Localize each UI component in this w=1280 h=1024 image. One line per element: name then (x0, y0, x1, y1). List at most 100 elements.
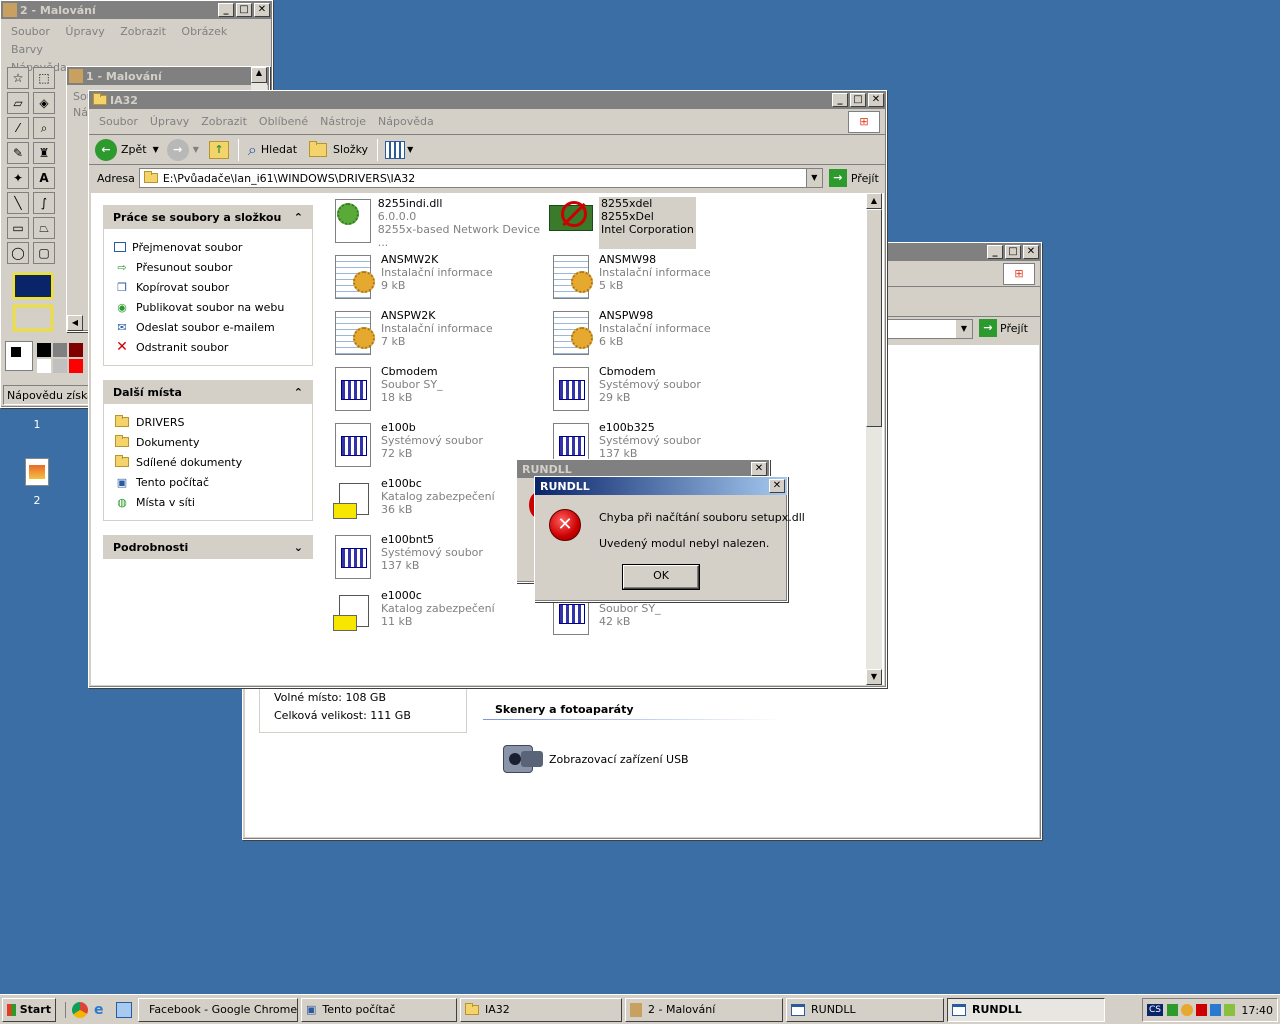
address-dropdown[interactable]: ▼ (887, 319, 973, 339)
details-header[interactable]: Podrobnosti ⌄ (103, 535, 313, 559)
file-tasks-header[interactable]: Práce se soubory a složkou ⌃ (103, 205, 313, 229)
menu-upravy[interactable]: Úpravy (144, 115, 195, 128)
ok-button[interactable]: OK (622, 564, 700, 590)
views-button[interactable]: ▼ (385, 140, 413, 159)
close-button[interactable]: ✕ (769, 479, 785, 493)
select-tool-icon[interactable]: ⬚ (33, 67, 55, 89)
pencil-tool-icon[interactable]: ✎ (7, 142, 29, 164)
transparency-option-2[interactable] (13, 305, 53, 331)
file-item[interactable]: ANSPW98 Instalační informace 6 kB (549, 309, 759, 361)
close-button[interactable]: ✕ (868, 93, 884, 107)
menu-soubor[interactable]: Soubor (93, 115, 144, 128)
menu-zobrazit[interactable]: Zobrazit (195, 115, 253, 128)
tray-shield-icon[interactable] (1195, 1004, 1207, 1016)
menu-item[interactable]: Obrázek (181, 25, 227, 38)
maximize-button[interactable]: □ (236, 3, 252, 17)
fill-tool-icon[interactable]: ◈ (33, 92, 55, 114)
file-item[interactable]: Cbmodem Soubor SY_ 18 kB (331, 365, 541, 417)
file-item[interactable]: Cbmodem Systémový soubor 29 kB (549, 365, 759, 417)
polygon-tool-icon[interactable]: ⏢ (33, 217, 55, 239)
color-swatch[interactable] (69, 343, 83, 357)
line-tool-icon[interactable]: ╲ (7, 192, 29, 214)
back-button[interactable]: ← Zpět ▼ (95, 138, 159, 161)
usb-imaging-device[interactable]: Zobrazovací zařízení USB (499, 739, 689, 779)
taskbar-item-my-computer[interactable]: ▣ Tento počítač (301, 997, 457, 1022)
address-input[interactable]: E:\Pvůadače\lan_i61\WINDOWS\DRIVERS\IA32… (138, 168, 823, 188)
taskbar-item-paint[interactable]: 2 - Malování (625, 997, 783, 1022)
color-swatch[interactable] (69, 359, 83, 373)
file-item[interactable]: ANSPW2K Instalační informace 7 kB (331, 309, 541, 361)
color-swatch[interactable] (37, 359, 51, 373)
clock[interactable]: 17:40 (1241, 1004, 1273, 1017)
tray-network-icon[interactable] (1209, 1004, 1222, 1016)
picker-tool-icon[interactable]: ⁄ (7, 117, 29, 139)
text-tool-icon[interactable]: A (33, 167, 55, 189)
task-move[interactable]: ⇨ Přesunout soubor (114, 257, 302, 277)
menu-item[interactable]: Soubor (11, 25, 50, 38)
color-swatch[interactable] (53, 343, 67, 357)
other-places-header[interactable]: Další místa ⌃ (103, 380, 313, 404)
go-button[interactable]: → Přejít (828, 169, 879, 187)
paint-1-hscroll-left[interactable]: ◀ (67, 315, 83, 331)
airbrush-tool-icon[interactable]: ✦ (7, 167, 29, 189)
start-button[interactable]: Start (2, 997, 56, 1022)
minimize-button[interactable]: _ (987, 245, 1003, 259)
place-network[interactable]: ◍ Místa v síti (114, 492, 302, 512)
explorer-titlebar[interactable]: IA32 _ □ ✕ (89, 91, 886, 109)
task-rename[interactable]: Přejmenovat soubor (114, 237, 302, 257)
transparency-option-1[interactable] (13, 273, 53, 299)
menu-napoveda[interactable]: Nápověda (372, 115, 440, 128)
close-button[interactable]: ✕ (1023, 245, 1039, 259)
file-item[interactable]: ANSMW2K Instalační informace 9 kB (331, 253, 541, 305)
place-my-computer[interactable]: ▣ Tento počítač (114, 472, 302, 492)
rounded-rect-tool-icon[interactable]: ▢ (33, 242, 55, 264)
curve-tool-icon[interactable]: ∫ (33, 192, 55, 214)
color-swatch[interactable] (37, 343, 51, 357)
color-swatch[interactable] (53, 359, 67, 373)
maximize-button[interactable]: □ (850, 93, 866, 107)
language-indicator[interactable]: CS (1147, 1004, 1163, 1016)
maximize-button[interactable]: □ (1005, 245, 1021, 259)
magnifier-tool-icon[interactable]: ⌕ (33, 117, 55, 139)
close-button[interactable]: ✕ (254, 3, 270, 17)
minimize-button[interactable]: _ (832, 93, 848, 107)
file-item[interactable]: e1000c Katalog zabezpečení 11 kB (331, 589, 541, 641)
menu-item[interactable]: Zobrazit (120, 25, 166, 38)
eraser-tool-icon[interactable]: ▱ (7, 92, 29, 114)
file-item[interactable]: ANSMW98 Instalační informace 5 kB (549, 253, 759, 305)
brush-tool-icon[interactable]: ♜ (33, 142, 55, 164)
desktop-icon-2[interactable]: 2 (20, 458, 54, 507)
taskbar-item-ia32[interactable]: IA32 (460, 997, 622, 1022)
close-button[interactable]: ✕ (751, 462, 767, 476)
paint-1-titlebar[interactable]: 1 - Malování (67, 67, 269, 85)
file-item[interactable]: e100bnt5 Systémový soubor 137 kB (331, 533, 541, 585)
search-button[interactable]: ⌕ Hledat (248, 140, 297, 160)
menu-item[interactable]: Barvy (11, 43, 43, 56)
task-publish[interactable]: ◉ Publikovat soubor na webu (114, 297, 302, 317)
show-desktop-icon[interactable] (116, 1001, 132, 1018)
task-email[interactable]: ✉ Odeslat soubor e-mailem (114, 317, 302, 337)
free-select-tool-icon[interactable]: ☆ (7, 67, 29, 89)
paint-2-titlebar[interactable]: 2 - Malování _ □ ✕ (1, 1, 272, 19)
forward-button[interactable]: → ▼ (166, 138, 199, 161)
file-item[interactable]: e100bc Katalog zabezpečení 36 kB (331, 477, 541, 529)
scroll-thumb[interactable] (866, 209, 882, 427)
place-shared-documents[interactable]: Sdílené dokumenty (114, 452, 302, 472)
taskbar-item-chrome[interactable]: Facebook - Google Chrome (138, 997, 298, 1022)
scroll-down-button[interactable]: ▼ (866, 669, 882, 685)
address-dropdown-button[interactable]: ▼ (805, 169, 822, 187)
go-button[interactable]: → Přejít (979, 319, 1028, 337)
explorer-scrollbar[interactable]: ▲ ▼ (866, 193, 882, 685)
menu-oblibene[interactable]: Oblíbené (253, 115, 314, 128)
rectangle-tool-icon[interactable]: ▭ (7, 217, 29, 239)
taskbar-item-rundll-1[interactable]: RUNDLL (786, 997, 944, 1022)
file-item[interactable]: e100b Systémový soubor 72 kB (331, 421, 541, 473)
taskbar-item-rundll-2[interactable]: RUNDLL (947, 997, 1105, 1022)
menu-item[interactable]: Úpravy (65, 25, 104, 38)
up-folder-button[interactable]: ↑ (208, 140, 229, 159)
file-item[interactable]: 8255indi.dll 6.0.0.0 8255x-based Network D… (331, 197, 541, 249)
tray-update-icon[interactable] (1224, 1004, 1236, 1016)
rundll-titlebar[interactable]: RUNDLL ✕ (535, 477, 787, 495)
tray-app-icon[interactable] (1167, 1004, 1179, 1016)
place-drivers[interactable]: DRIVERS (114, 412, 302, 432)
